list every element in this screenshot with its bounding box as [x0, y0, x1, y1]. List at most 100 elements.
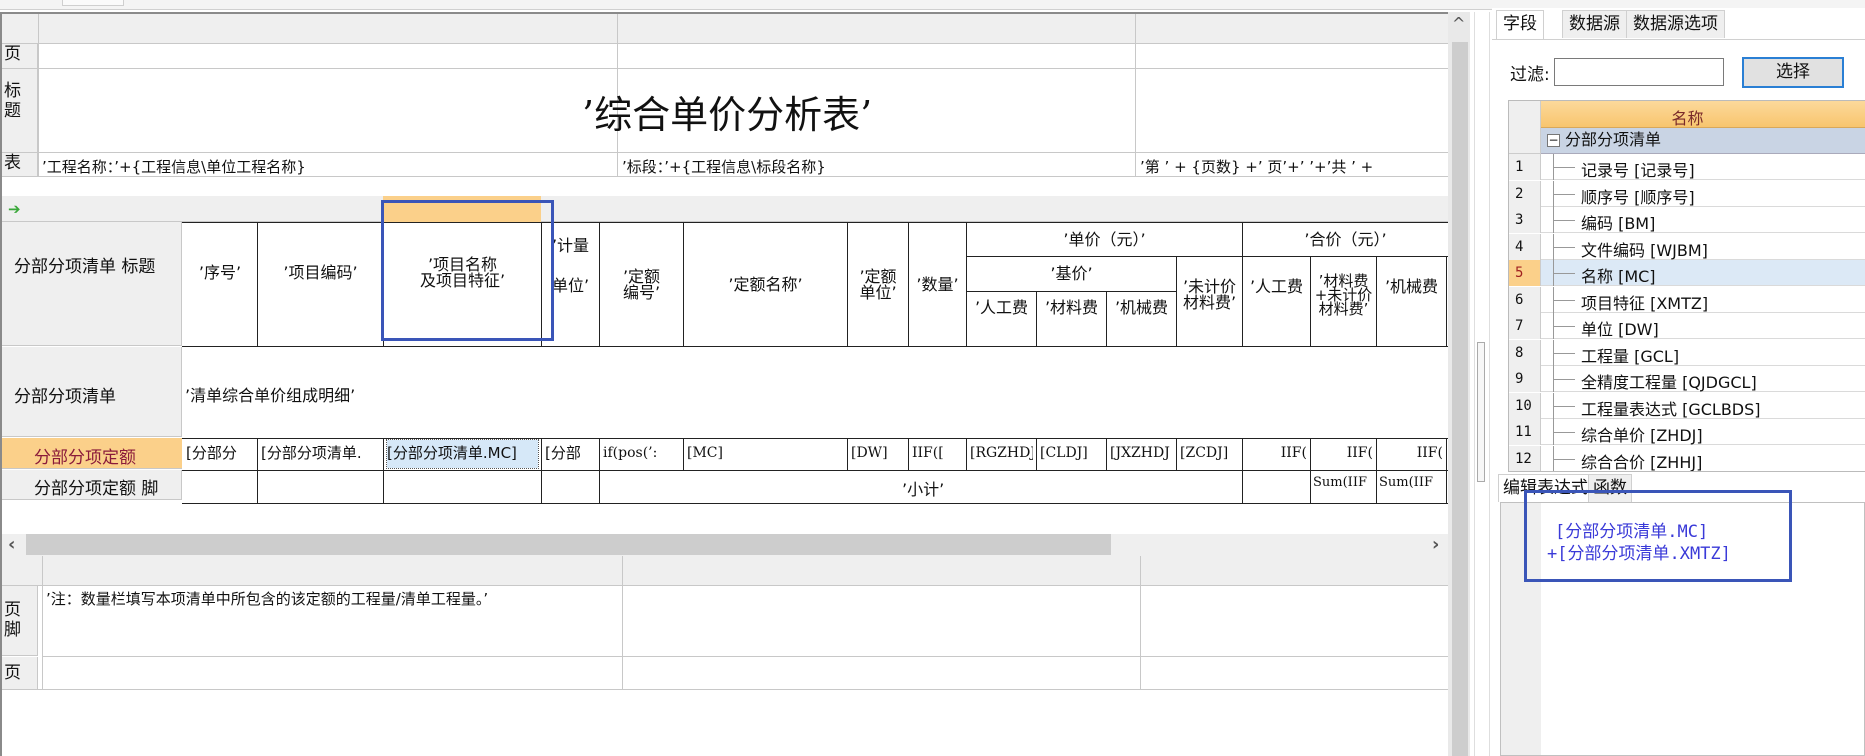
- band-title[interactable]: 标题: [2, 69, 38, 153]
- selected-column-marker[interactable]: [383, 196, 541, 222]
- project-name-field[interactable]: ’工程名称：’+{工程信息\单位工程名称}: [42, 156, 306, 177]
- vertical-scroll-thumb[interactable]: [1452, 42, 1468, 756]
- field-tree-grid[interactable]: 名称 − 分部分项清单 1 记录号 [记录号] 2 顺序号 [顺序号] 3 编码 […: [1508, 100, 1865, 472]
- list-detail-caption[interactable]: ’清单综合单价组成明细’: [185, 382, 355, 406]
- panel-splitter[interactable]: [1474, 12, 1490, 756]
- expression-line[interactable]: +[分部分项清单.XMTZ]: [1547, 539, 1731, 564]
- field-row[interactable]: 11 综合单价 [ZHDJ]: [1509, 419, 1865, 445]
- scroll-up-icon[interactable]: ^: [1452, 14, 1465, 33]
- col-header-unit[interactable]: ’计量 单位’: [542, 226, 599, 326]
- expression-editor[interactable]: [分部分项清单.MC] +[分部分项清单.XMTZ]: [1500, 502, 1865, 756]
- band-page-header[interactable]: 页: [2, 44, 38, 69]
- editor-gutter: [1501, 503, 1541, 755]
- field-row[interactable]: 9 全精度工程量 [QJDGCL]: [1509, 366, 1865, 392]
- subtotal-label[interactable]: ’小计’: [902, 476, 944, 500]
- quota-cell[interactable]: if(pos(’:: [603, 440, 680, 468]
- col-header-quantity[interactable]: ’数量’: [909, 223, 966, 347]
- col-header-unit-price[interactable]: ’单价（元）’: [967, 223, 1242, 256]
- field-row[interactable]: 1 记录号 [记录号]: [1509, 154, 1865, 180]
- quota-cell-selected[interactable]: [分部分项清单.MC]: [386, 439, 539, 469]
- col-header-quota-unit[interactable]: ’定额 单位’: [848, 223, 908, 347]
- divider: [1176, 438, 1177, 470]
- divider: [1492, 39, 1865, 40]
- quota-cell[interactable]: IIF(: [1314, 440, 1373, 468]
- page-number-field[interactable]: ’第 ’ + {页数} +’ 页’+’ ’+’共 ’ +: [1140, 156, 1373, 177]
- field-row[interactable]: 10 工程量表达式 [GCLBDS]: [1509, 392, 1865, 419]
- tab-edit-expression[interactable]: 编辑表达式: [1498, 474, 1593, 502]
- select-button[interactable]: 选择: [1742, 57, 1844, 88]
- field-row[interactable]: 5 名称 [MC]: [1509, 260, 1865, 286]
- col-header-base-price[interactable]: ’基价’: [967, 257, 1176, 291]
- field-row[interactable]: 7 单位 [DW]: [1509, 313, 1865, 339]
- divider: [182, 470, 1448, 471]
- band-table-header[interactable]: 表: [2, 153, 38, 177]
- col-header-item-name[interactable]: ’项目名称 及项目特征’: [384, 223, 541, 323]
- band-footer[interactable]: 页脚: [2, 586, 38, 656]
- col-header-total-price[interactable]: ’合价（元）’: [1243, 223, 1448, 256]
- quota-cell[interactable]: IIF(: [1380, 440, 1443, 468]
- quota-cell[interactable]: [CLDJ]: [1040, 440, 1103, 468]
- field-label: 综合单价 [ZHDJ]: [1581, 426, 1703, 445]
- band-list-title[interactable]: [2, 222, 182, 346]
- col-header-quota-no[interactable]: ’定额 编号’: [600, 223, 683, 347]
- filter-input[interactable]: [1554, 58, 1724, 86]
- sum-cell[interactable]: Sum(IIF: [1379, 475, 1433, 490]
- splitter-grip[interactable]: [1477, 342, 1485, 482]
- divider: [42, 556, 43, 689]
- divider: [1446, 470, 1447, 503]
- quota-cell[interactable]: [JXZHDJ: [1110, 440, 1173, 468]
- divider: [2, 689, 1448, 690]
- column-name-header[interactable]: 名称: [1509, 105, 1865, 129]
- quota-cell[interactable]: [DW]: [851, 440, 905, 468]
- quota-cell[interactable]: [分部分: [186, 440, 254, 468]
- field-row[interactable]: 8 工程量 [GCL]: [1509, 339, 1865, 366]
- tab-fields[interactable]: 字段: [1496, 10, 1544, 40]
- horizontal-scroll-thumb[interactable]: [26, 534, 1111, 555]
- col-header-seq[interactable]: ’序号’: [183, 223, 257, 323]
- footer-note[interactable]: ’注：数量栏填写本项清单中所包含的该定额的工程量/清单工程量。’: [46, 588, 488, 609]
- col-header-item-code[interactable]: ’项目编码’: [258, 223, 383, 323]
- field-row[interactable]: 4 文件编码 [WJBM]: [1509, 233, 1865, 260]
- report-designer[interactable]: 页 标题 ’综合单价分析表’ 表 ’工程名称：’+{工程信息\单位工程名称} ’…: [0, 12, 1450, 756]
- field-row[interactable]: 2 顺序号 [顺序号]: [1509, 180, 1865, 207]
- tab-datasource-options[interactable]: 数据源选项: [1626, 10, 1725, 38]
- tab-functions[interactable]: 函数: [1588, 474, 1632, 502]
- col-header-labor[interactable]: ’人工费: [967, 292, 1036, 324]
- tree-branch: [1553, 432, 1575, 433]
- collapse-icon[interactable]: −: [1547, 134, 1560, 147]
- field-group-row[interactable]: − 分部分项清单: [1541, 128, 1865, 154]
- report-title[interactable]: ’综合单价分析表’: [582, 84, 872, 139]
- col-header-unpriced-material[interactable]: ’未计价 材料费’: [1177, 257, 1242, 333]
- divider: [182, 438, 1448, 439]
- col-header-quota-name[interactable]: ’定额名称’: [684, 223, 847, 347]
- vertical-scrollbar[interactable]: ^: [1448, 12, 1470, 756]
- quota-cell[interactable]: [ZCDJ]: [1180, 440, 1239, 468]
- band-quota-footer-label: 分部分项定额 脚: [34, 479, 159, 499]
- tab-datasource[interactable]: 数据源: [1562, 10, 1627, 38]
- section-name-field[interactable]: ’标段：’+{工程信息\标段名称}: [622, 156, 826, 177]
- scroll-right-icon[interactable]: ›: [1432, 534, 1439, 555]
- field-panel: 字段 数据源 数据源选项 过滤: 选择 名称 − 分部分项清单 1 记录号 [记…: [1492, 8, 1865, 756]
- col-header-total-labor[interactable]: ’人工费: [1243, 257, 1310, 317]
- quota-cell[interactable]: [分部: [545, 440, 596, 468]
- document-tab[interactable]: [62, 0, 124, 6]
- band-page-footer[interactable]: 页: [2, 657, 38, 690]
- quota-cell[interactable]: [RGZHDJ: [970, 440, 1033, 468]
- col-header-total-machine[interactable]: ’机械费: [1377, 257, 1446, 317]
- quota-cell[interactable]: IIF([: [912, 440, 963, 468]
- quota-cell[interactable]: [分部分项清单.: [261, 440, 380, 468]
- divider: [2, 176, 1448, 177]
- col-header-machine[interactable]: ’机械费: [1107, 292, 1176, 324]
- col-header-material[interactable]: ’材料费: [1037, 292, 1106, 324]
- field-row[interactable]: 6 项目特征 [XMTZ]: [1509, 286, 1865, 313]
- quota-cell[interactable]: IIF(: [1246, 440, 1307, 468]
- quota-cell[interactable]: [MC]: [687, 440, 844, 468]
- scroll-left-icon[interactable]: ‹: [8, 534, 15, 555]
- divider: [622, 556, 623, 689]
- field-row[interactable]: 3 编码 [BM]: [1509, 207, 1865, 233]
- field-row[interactable]: 12 综合合价 [ZHHJ]: [1509, 445, 1865, 472]
- col-header-total-material[interactable]: ’材料费 +未计价 材料费’: [1311, 257, 1376, 333]
- sum-cell[interactable]: Sum(IIF: [1313, 475, 1367, 490]
- field-label: 综合合价 [ZHHJ]: [1581, 452, 1703, 472]
- band-title-label: 标题: [4, 81, 21, 121]
